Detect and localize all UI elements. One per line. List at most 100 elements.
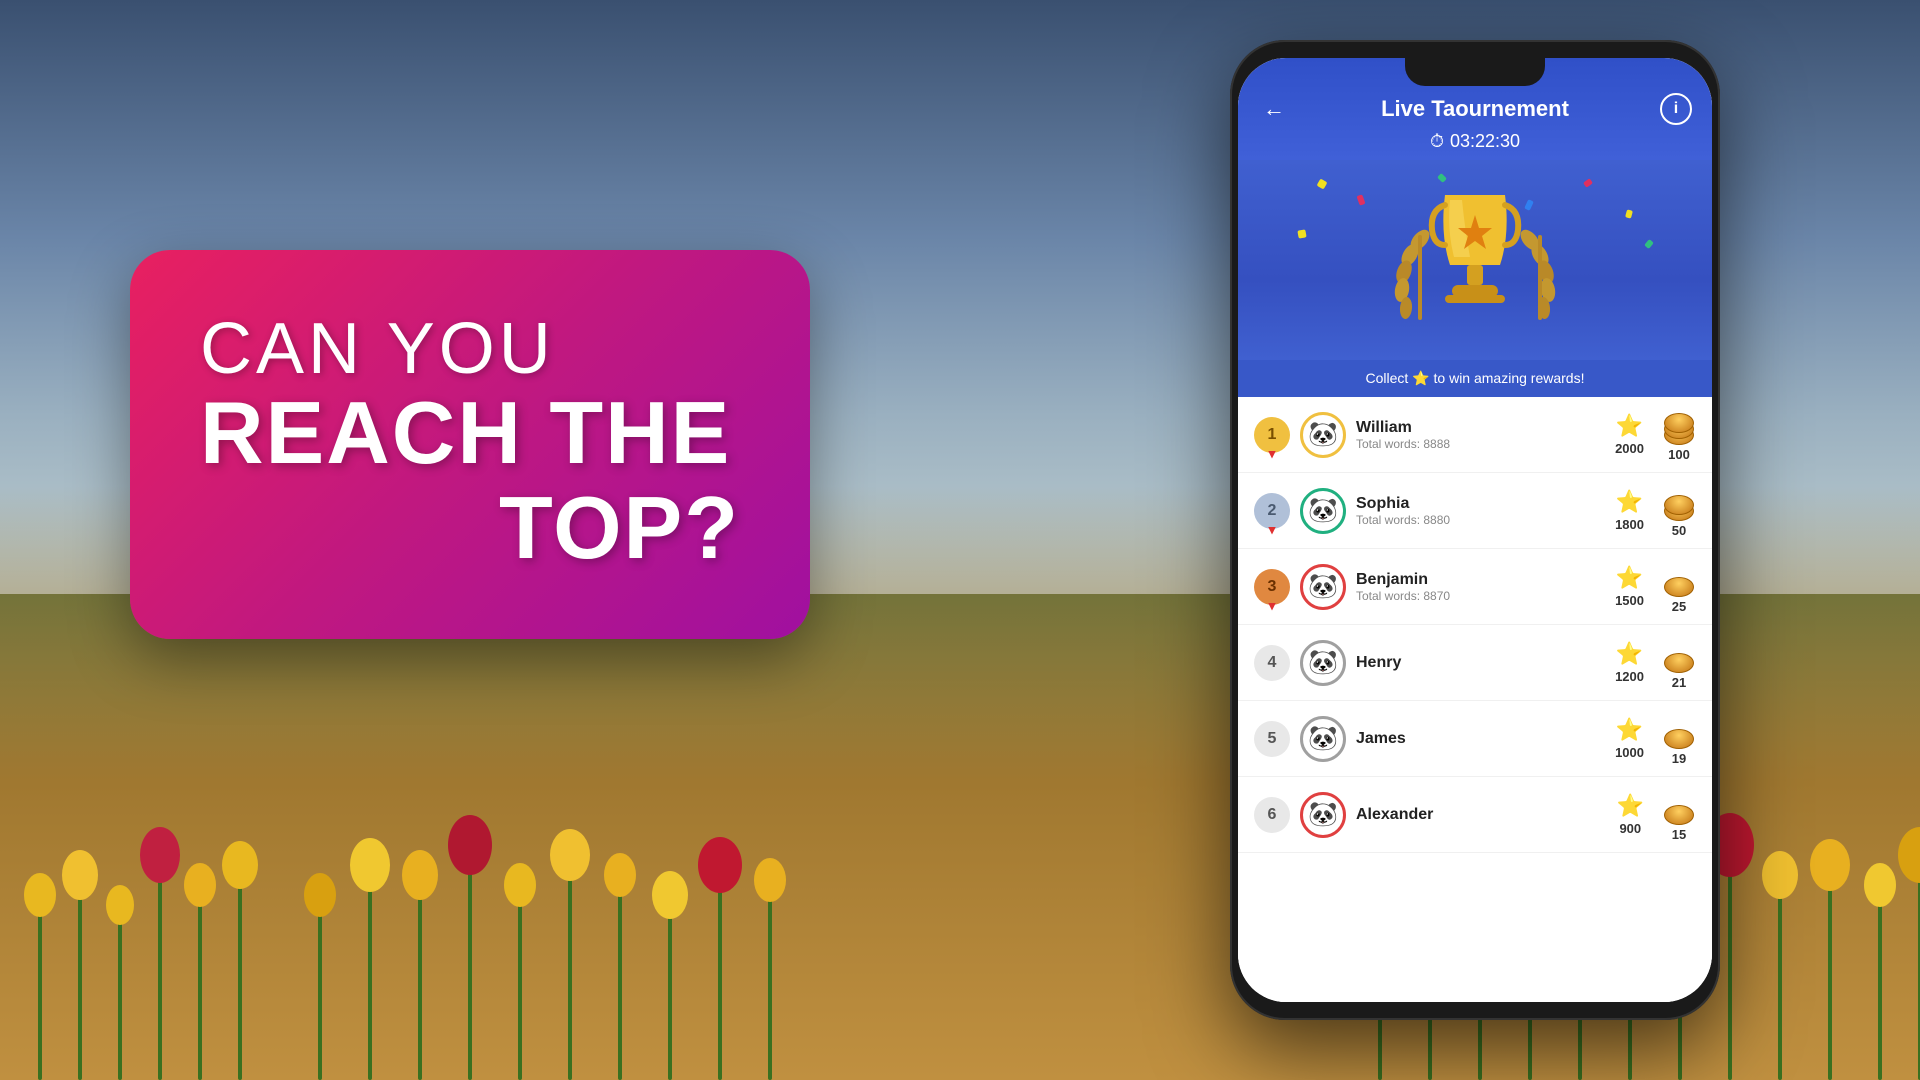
lb-row-5: 5 🐼 James ⭐ 1000 bbox=[1238, 701, 1712, 777]
score-area-5: ⭐ 1000 bbox=[1615, 717, 1644, 760]
score-area-3: ⭐ 1500 bbox=[1615, 565, 1644, 608]
trophy-area bbox=[1238, 160, 1712, 360]
star-icon-3: ⭐ bbox=[1616, 565, 1643, 591]
confetti-4 bbox=[1625, 209, 1633, 218]
phone-device: ← Live Taournement i ⏱ 03:22:30 bbox=[1230, 40, 1720, 1020]
panda-icon-5: 🐼 bbox=[1308, 724, 1338, 753]
score-value-4: 1200 bbox=[1615, 669, 1644, 684]
promo-line1: CAN YOU bbox=[200, 310, 740, 389]
avatar-1: 🐼 bbox=[1300, 412, 1346, 458]
star-icon-4: ⭐ bbox=[1616, 641, 1643, 667]
coin-stack-visual-3 bbox=[1662, 559, 1696, 597]
lb-row-6: 6 🐼 Alexander ⭐ 900 bbox=[1238, 777, 1712, 853]
promo-box: CAN YOU REACH THE TOP? bbox=[130, 250, 810, 639]
leaderboard: 1 🐼 William Total words: 8888 ⭐ 2000 bbox=[1238, 397, 1712, 1002]
player-name-4: Henry bbox=[1356, 654, 1605, 672]
promo-panel: CAN YOU REACH THE TOP? bbox=[130, 250, 810, 639]
coin-value-2: 50 bbox=[1672, 523, 1686, 538]
promo-line3: TOP? bbox=[200, 477, 740, 579]
coin-stack-visual-4 bbox=[1662, 635, 1696, 673]
score-area-4: ⭐ 1200 bbox=[1615, 641, 1644, 684]
coin-1-3 bbox=[1664, 413, 1694, 433]
panda-icon-1: 🐼 bbox=[1308, 420, 1338, 449]
collect-bar: Collect ⭐ to win amazing rewards! bbox=[1238, 360, 1712, 397]
coin-5-1 bbox=[1664, 729, 1694, 749]
score-value-5: 1000 bbox=[1615, 745, 1644, 760]
score-area-6: ⭐ 900 bbox=[1617, 793, 1644, 836]
player-info-2: Sophia Total words: 8880 bbox=[1356, 495, 1605, 527]
lb-row-3: 3 🐼 Benjamin Total words: 8870 ⭐ 1500 bbox=[1238, 549, 1712, 625]
player-info-6: Alexander bbox=[1356, 806, 1607, 824]
header-nav: ← Live Taournement i bbox=[1258, 93, 1692, 125]
score-value-6: 900 bbox=[1619, 821, 1641, 836]
trophy-svg bbox=[1385, 180, 1565, 340]
promo-line2: REACH THE bbox=[200, 389, 740, 477]
player-sub-3: Total words: 8870 bbox=[1356, 589, 1605, 603]
player-info-3: Benjamin Total words: 8870 bbox=[1356, 571, 1605, 603]
coin-area-1: 100 bbox=[1662, 407, 1696, 462]
lb-row-2: 2 🐼 Sophia Total words: 8880 ⭐ 1800 bbox=[1238, 473, 1712, 549]
timer-row: ⏱ 03:22:30 bbox=[1258, 131, 1692, 152]
app-content: ← Live Taournement i ⏱ 03:22:30 bbox=[1238, 58, 1712, 1002]
score-value-1: 2000 bbox=[1615, 441, 1644, 456]
coin-6-1 bbox=[1664, 805, 1694, 825]
star-icon-5: ⭐ bbox=[1616, 717, 1643, 743]
rank-badge-5: 5 bbox=[1254, 721, 1290, 757]
coin-3-1 bbox=[1664, 577, 1694, 597]
coin-area-4: 21 bbox=[1662, 635, 1696, 690]
app-title: Live Taournement bbox=[1290, 96, 1660, 122]
confetti-1 bbox=[1317, 179, 1328, 190]
score-value-2: 1800 bbox=[1615, 517, 1644, 532]
coin-stack-visual-2 bbox=[1662, 483, 1696, 521]
player-name-1: William bbox=[1356, 419, 1605, 437]
star-icon-6: ⭐ bbox=[1617, 793, 1644, 819]
back-button[interactable]: ← bbox=[1258, 93, 1290, 125]
coin-value-4: 21 bbox=[1672, 675, 1686, 690]
player-name-5: James bbox=[1356, 730, 1605, 748]
coin-value-5: 19 bbox=[1672, 751, 1686, 766]
info-button[interactable]: i bbox=[1660, 93, 1692, 125]
panda-icon-6: 🐼 bbox=[1308, 800, 1338, 829]
phone-frame: ← Live Taournement i ⏱ 03:22:30 bbox=[1230, 40, 1720, 1020]
avatar-6: 🐼 bbox=[1300, 792, 1346, 838]
timer-icon: ⏱ bbox=[1430, 131, 1444, 152]
rank-badge-6: 6 bbox=[1254, 797, 1290, 833]
player-name-3: Benjamin bbox=[1356, 571, 1605, 589]
panda-icon-3: 🐼 bbox=[1308, 572, 1338, 601]
player-name-6: Alexander bbox=[1356, 806, 1607, 824]
coin-value-1: 100 bbox=[1668, 447, 1690, 462]
star-icon-2: ⭐ bbox=[1616, 489, 1643, 515]
coin-stack-visual-5 bbox=[1662, 711, 1696, 749]
lb-row-4: 4 🐼 Henry ⭐ 1200 bbox=[1238, 625, 1712, 701]
confetti-2 bbox=[1356, 194, 1365, 205]
coin-area-6: 15 bbox=[1662, 787, 1696, 842]
phone-screen: ← Live Taournement i ⏱ 03:22:30 bbox=[1238, 58, 1712, 1002]
score-area-2: ⭐ 1800 bbox=[1615, 489, 1644, 532]
score-value-3: 1500 bbox=[1615, 593, 1644, 608]
rank-badge-2: 2 bbox=[1254, 493, 1290, 529]
avatar-2: 🐼 bbox=[1300, 488, 1346, 534]
timer-value: 03:22:30 bbox=[1450, 131, 1520, 152]
coin-value-3: 25 bbox=[1672, 599, 1686, 614]
star-icon-1: ⭐ bbox=[1616, 413, 1643, 439]
coin-stack-visual-1 bbox=[1662, 407, 1696, 445]
player-sub-1: Total words: 8888 bbox=[1356, 437, 1605, 451]
coin-4-1 bbox=[1664, 653, 1694, 673]
avatar-3: 🐼 bbox=[1300, 564, 1346, 610]
avatar-5: 🐼 bbox=[1300, 716, 1346, 762]
player-info-1: William Total words: 8888 bbox=[1356, 419, 1605, 451]
coin-area-2: 50 bbox=[1662, 483, 1696, 538]
coin-stack-visual-6 bbox=[1662, 787, 1696, 825]
score-area-1: ⭐ 2000 bbox=[1615, 413, 1644, 456]
rank-badge-3: 3 bbox=[1254, 569, 1290, 605]
phone-notch bbox=[1405, 58, 1545, 86]
rank-badge-1: 1 bbox=[1254, 417, 1290, 453]
lb-row-1: 1 🐼 William Total words: 8888 ⭐ 2000 bbox=[1238, 397, 1712, 473]
coin-value-6: 15 bbox=[1672, 827, 1686, 842]
player-info-4: Henry bbox=[1356, 654, 1605, 672]
panda-icon-2: 🐼 bbox=[1308, 496, 1338, 525]
panda-icon-4: 🐼 bbox=[1308, 648, 1338, 677]
player-info-5: James bbox=[1356, 730, 1605, 748]
collect-text: Collect ⭐ to win amazing rewards! bbox=[1366, 370, 1585, 386]
coin-2-2 bbox=[1664, 495, 1694, 515]
